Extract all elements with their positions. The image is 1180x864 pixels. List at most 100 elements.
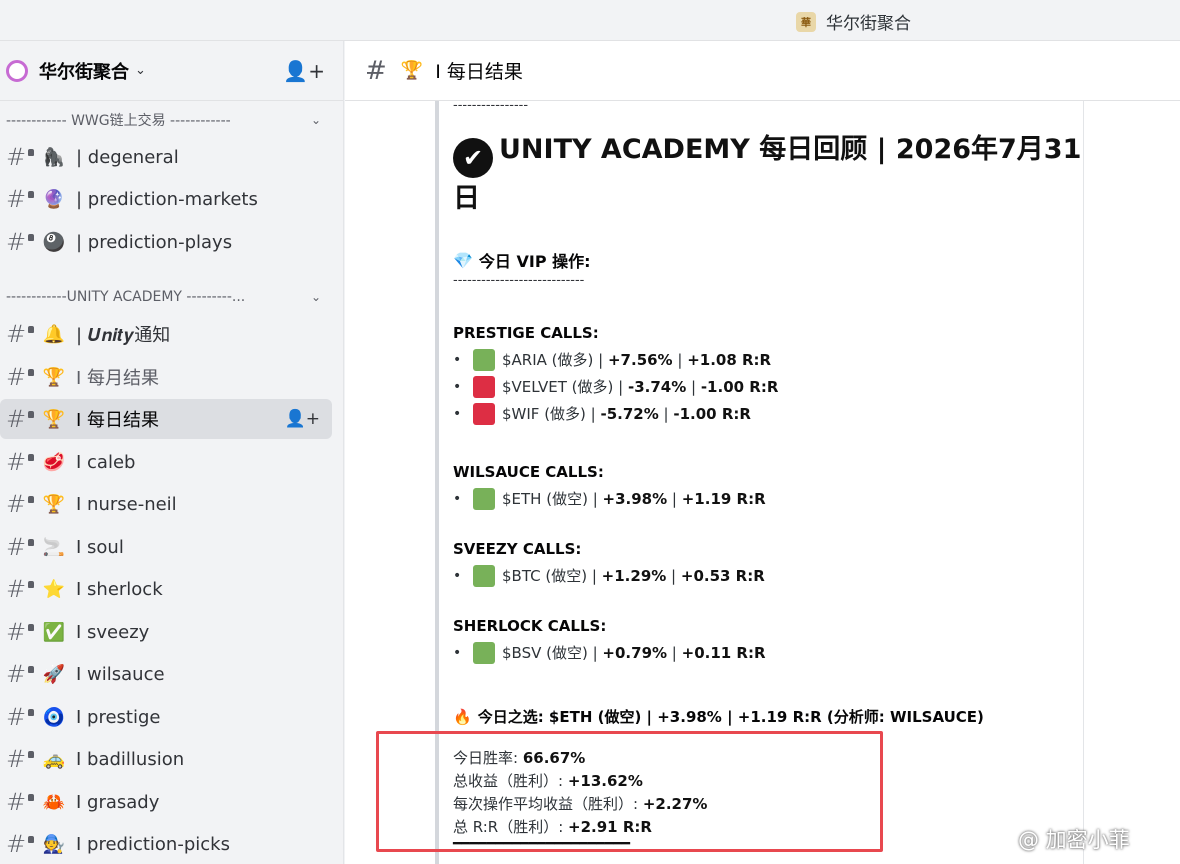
ticker: $VELVET (做多) (502, 378, 614, 396)
section-title: PRESTIGE CALLS: (453, 324, 599, 342)
channel-prediction-plays[interactable]: # 🎱 | prediction-plays (0, 222, 332, 262)
locked-hash-icon: # (6, 405, 34, 433)
chevron-down-icon[interactable]: ⌄ (311, 290, 321, 304)
app-icon: 華 (796, 11, 816, 32)
locked-hash-icon: # (6, 320, 34, 348)
channel-label: | prediction-markets (76, 188, 258, 210)
locked-hash-icon: # (6, 533, 34, 561)
channel-sherlock[interactable]: # ⭐ I sherlock (0, 569, 332, 609)
call-list: • $ETH (做空) | +3.98% | +1.19 R:R (453, 485, 1083, 512)
category-label: ------------UNITY ACADEMY ---------... (6, 289, 246, 305)
channel-monthly-results[interactable]: # 🏆 I 每月结果 (0, 357, 332, 397)
pct: +3.98% (602, 489, 668, 508)
vip-label: 今日 VIP 操作: (478, 252, 591, 271)
vip-heading: 💎 今日 VIP 操作: (453, 248, 1083, 272)
channel-label: I wilsauce (76, 663, 165, 685)
crab-icon: 🦀 (42, 791, 66, 813)
channel-title: I 每日结果 (435, 61, 523, 83)
daily-pick: 🔥 今日之选: $ETH (做空) | +3.98% | +1.19 R:R (… (453, 706, 1083, 727)
server-header[interactable]: 华尔街聚合 ⌄ 👤+ (0, 41, 343, 101)
rr: +1.08 R:R (687, 350, 772, 369)
channel-prestige[interactable]: # 🧿 I prestige (0, 697, 332, 737)
locked-hash-icon: # (365, 55, 387, 86)
channel-label: I sveezy (76, 621, 150, 643)
locked-hash-icon: # (6, 703, 34, 731)
channel-prediction-picks[interactable]: # 🧑‍🔧 I prediction-picks (0, 824, 332, 864)
pct: -3.74% (627, 377, 687, 396)
channel-degeneral[interactable]: # 🦍 | degeneral (0, 137, 332, 177)
call-list: • $ARIA (做多) | +7.56% | +1.08 R:R • $VELVE… (453, 346, 1083, 427)
channel-badillusion[interactable]: # 🚕 I badillusion (0, 739, 332, 779)
channel-wilsauce[interactable]: # 🚀 I wilsauce (0, 654, 332, 694)
message-title: ✔ UNITY ACADEMY 每日回顾 | 2026年7月31日 (453, 129, 1083, 220)
channel-label: I 每日结果 (76, 410, 160, 431)
channel-prediction-markets[interactable]: # 🔮 | prediction-markets (0, 179, 332, 219)
green-square-icon (473, 641, 495, 664)
rr: +0.11 R:R (681, 643, 766, 662)
chevron-down-icon[interactable]: ⌄ (135, 63, 146, 78)
locked-hash-icon: # (6, 745, 34, 773)
server-logo-icon (6, 59, 28, 82)
check-mark-icon: ✅ (42, 621, 66, 643)
channel-label: I sherlock (76, 578, 163, 600)
app-title-group: 華 华尔街聚合 (796, 9, 911, 34)
channel-label: I 每月结果 (76, 368, 160, 389)
cigarette-icon: 🚬 (42, 536, 66, 558)
channel-nurse-neil[interactable]: # 🏆 I nurse-neil (0, 484, 332, 524)
category-unity-academy[interactable]: ------------UNITY ACADEMY ---------... ⌄ (6, 289, 321, 305)
green-square-icon (473, 348, 495, 371)
pct: +1.29% (601, 566, 667, 585)
channel-label: I grasady (76, 791, 160, 813)
category-label: ------------ WWG链上交易 ------------ (6, 113, 231, 129)
watermark: @ 加密小菲 (1018, 828, 1130, 852)
locked-hash-icon: # (6, 788, 34, 816)
gem-icon: 💎 (453, 250, 473, 270)
locked-hash-icon: # (6, 618, 34, 646)
call-list: • $BSV (做空) | +0.79% | +0.11 R:R (453, 639, 1083, 666)
red-square-icon (473, 375, 495, 398)
ticker: $BTC (做空) (502, 567, 588, 585)
locked-hash-icon: # (6, 830, 34, 858)
list-item: • $ARIA (做多) | +7.56% | +1.08 R:R (453, 348, 772, 371)
ticker: $BSV (做空) (502, 644, 588, 662)
section-title: WILSAUCE CALLS: (453, 463, 604, 481)
rr: -1.00 R:R (700, 377, 779, 396)
locked-hash-icon: # (6, 185, 34, 213)
vip-dashes: ---------------------------- (453, 273, 585, 288)
rocket-icon: 🚀 (42, 663, 66, 685)
ticker: $ETH (做空) (502, 490, 588, 508)
green-square-icon (473, 487, 495, 510)
locked-hash-icon: # (6, 575, 34, 603)
category-wwg[interactable]: ------------ WWG链上交易 ------------ ⌄ (6, 110, 321, 130)
pct: -5.72% (600, 404, 659, 423)
channel-caleb[interactable]: # 🥩 I caleb (0, 442, 332, 482)
hamsa-icon: 🧿 (42, 706, 66, 728)
divider (1083, 101, 1084, 864)
trophy-icon: 🏆 (42, 408, 66, 430)
invite-people-icon[interactable]: 👤+ (283, 59, 325, 83)
chevron-down-icon[interactable]: ⌄ (311, 113, 321, 127)
red-square-icon (473, 402, 495, 425)
add-member-icon[interactable]: 👤+ (285, 409, 320, 429)
channel-label: I soul (76, 536, 124, 558)
meat-icon: 🥩 (42, 451, 66, 473)
eight-ball-icon: 🎱 (42, 231, 66, 253)
trophy-icon: 🏆 (42, 366, 66, 388)
server-name: 华尔街聚合 (39, 61, 129, 83)
list-item: • $ETH (做空) | +3.98% | +1.19 R:R (453, 487, 766, 510)
channel-label: | 𝑼𝒏𝒊𝒕𝒚通知 (76, 325, 171, 346)
channel-grasady[interactable]: # 🦀 I grasady (0, 782, 332, 822)
trophy-icon: 🏆 (400, 60, 424, 81)
channel-unity-notice[interactable]: # 🔔 | 𝑼𝒏𝒊𝒕𝒚通知 (0, 314, 332, 354)
channel-daily-results[interactable]: # 🏆 I 每日结果 👤+ (0, 399, 332, 439)
locked-hash-icon: # (6, 363, 34, 391)
locked-hash-icon: # (6, 490, 34, 518)
daily-pick-text: 今日之选: $ETH (做空) | +3.98% | +1.19 R:R (分析… (477, 708, 984, 726)
section-title: SVEEZY CALLS: (453, 540, 582, 558)
top-dashes: ---------------- (453, 101, 529, 113)
message-title-text: UNITY ACADEMY 每日回顾 | 2026年7月31日 (453, 134, 1082, 214)
fire-icon: 🔥 (453, 707, 472, 726)
crystal-ball-icon: 🔮 (42, 188, 66, 210)
channel-soul[interactable]: # 🚬 I soul (0, 527, 332, 567)
channel-sveezy[interactable]: # ✅ I sveezy (0, 612, 332, 652)
